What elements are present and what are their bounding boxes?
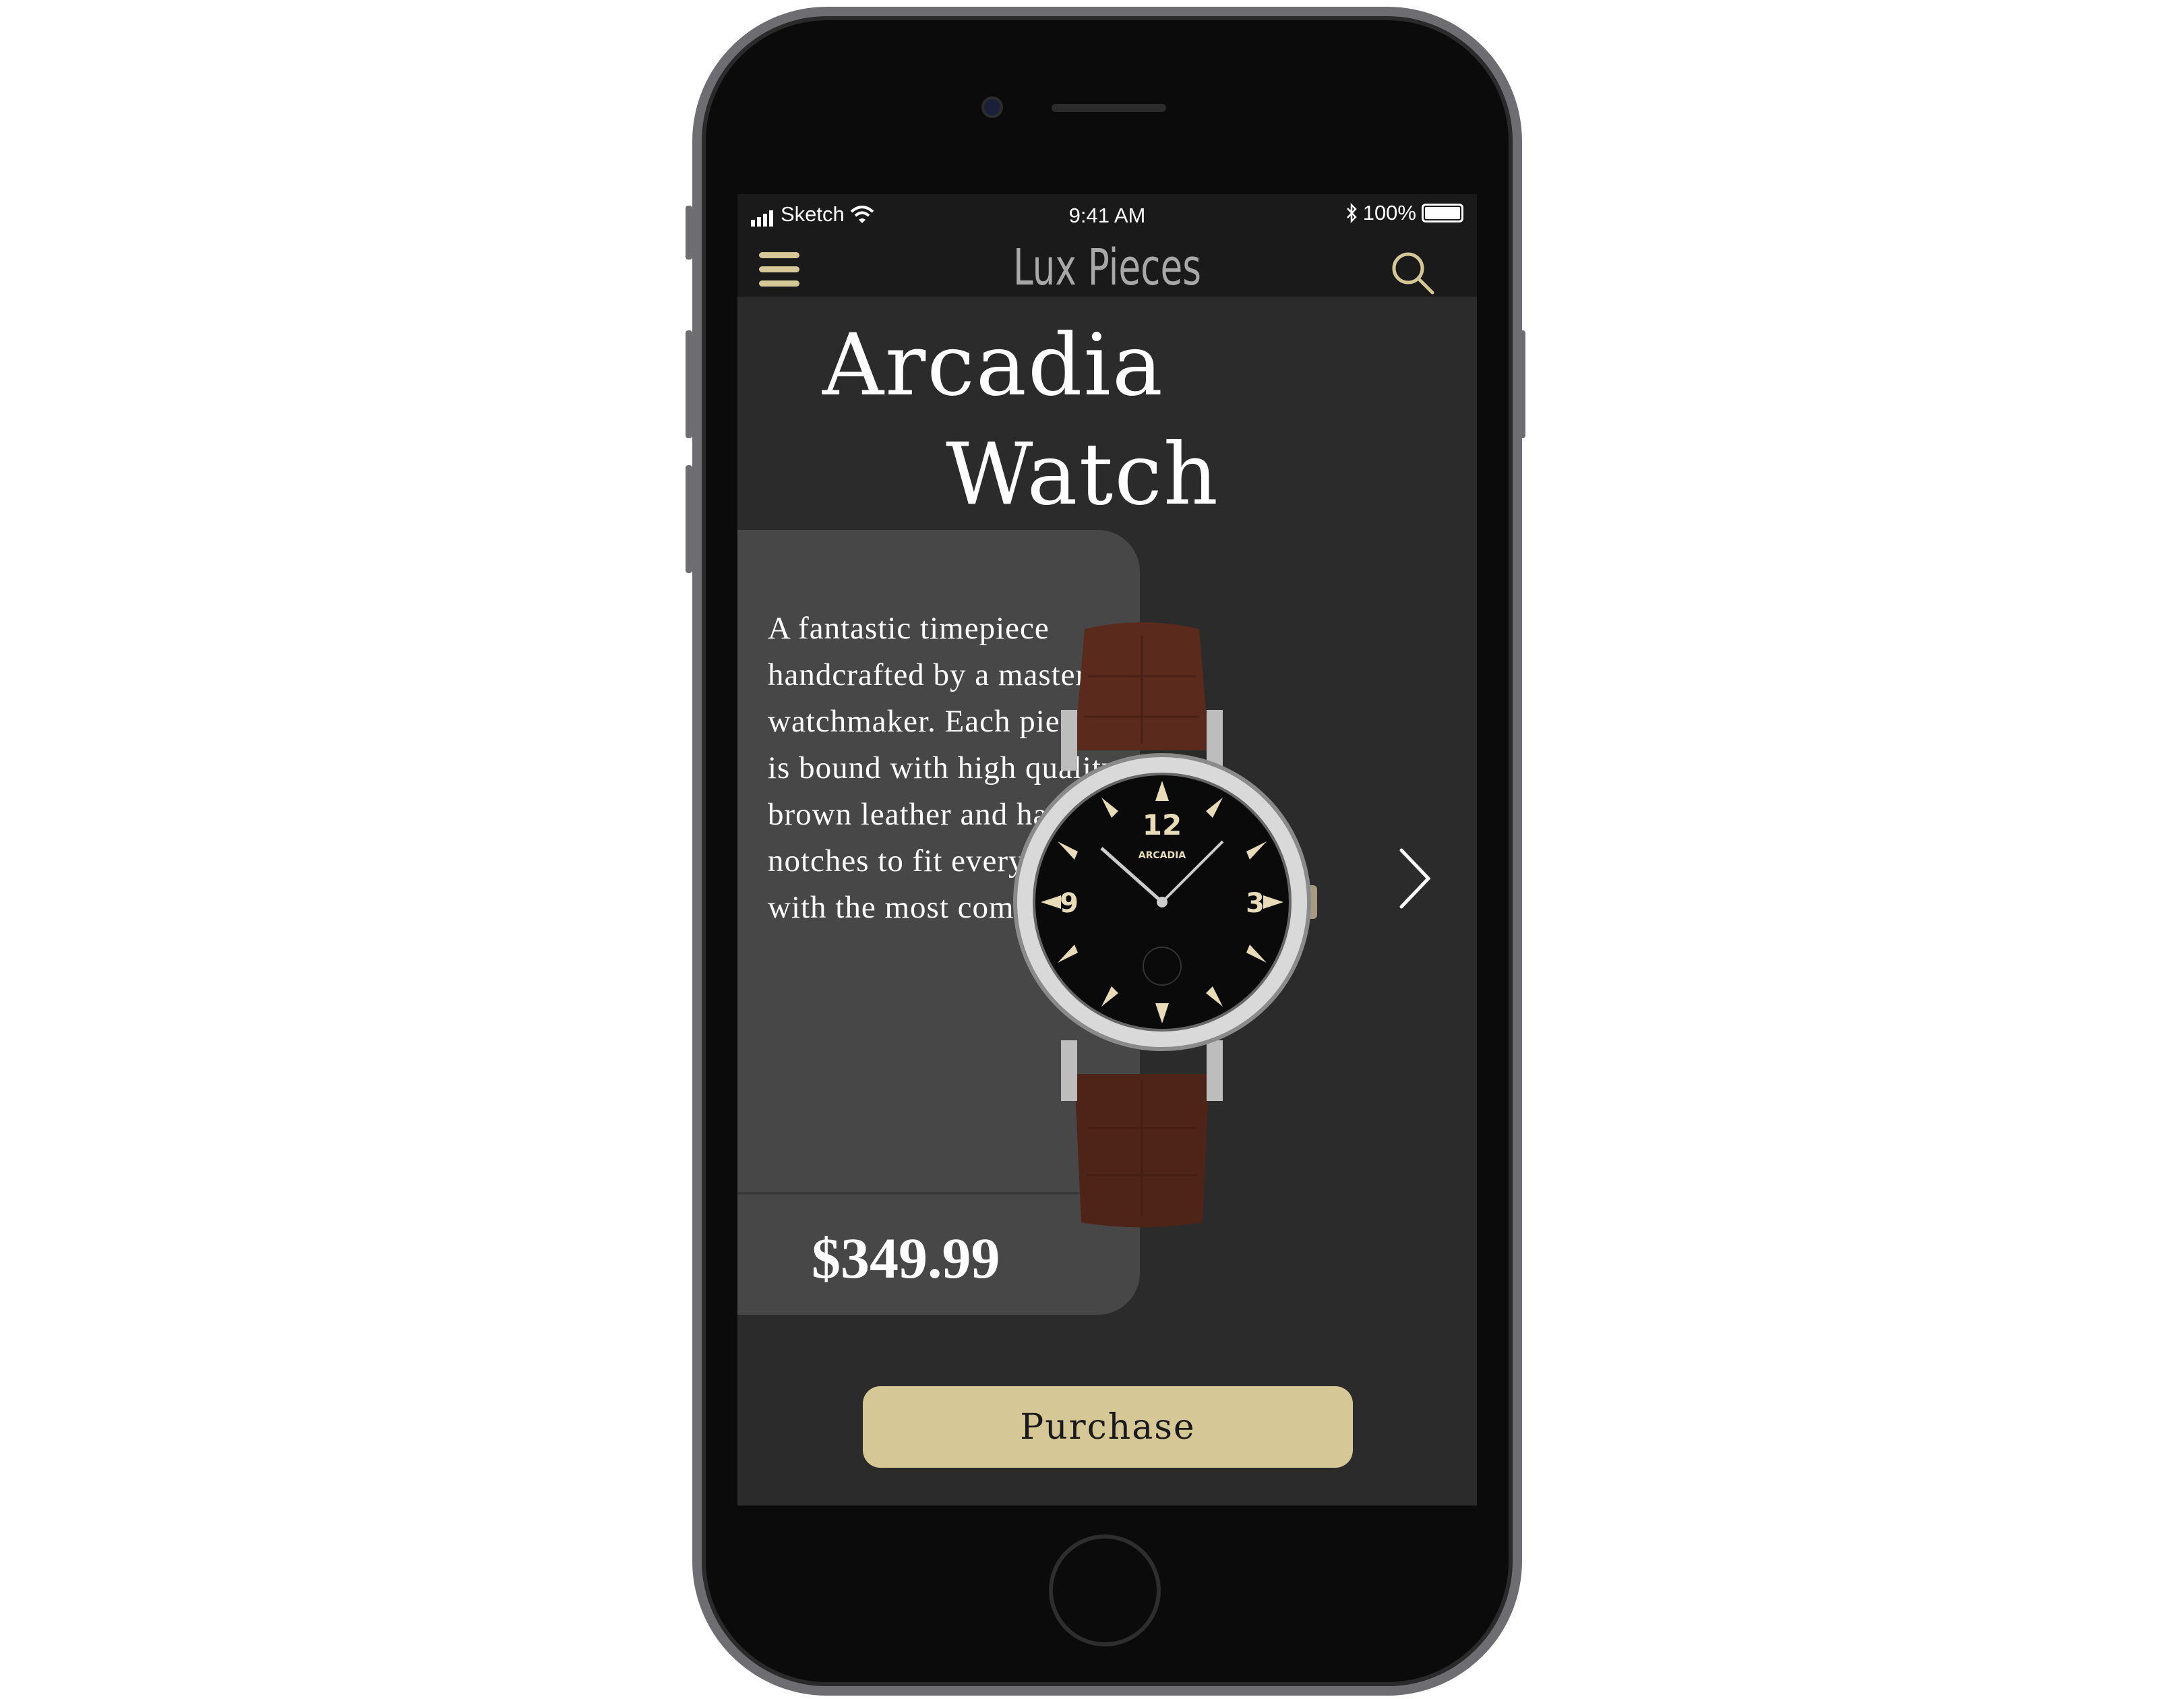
- watch-image: 12 9 3 ARCADIA: [1013, 622, 1317, 1228]
- volume-up-button: [686, 330, 692, 438]
- speaker: [1052, 104, 1166, 112]
- battery-icon: [1422, 204, 1463, 222]
- nav-bar: Lux Pieces: [737, 235, 1477, 297]
- front-camera: [981, 96, 1003, 118]
- status-bar: Sketch 9:41 AM 100%: [737, 194, 1477, 235]
- product-title-line1: Arcadia: [822, 316, 1164, 415]
- product-price: $349.99: [812, 1226, 1000, 1290]
- mute-switch: [686, 206, 692, 260]
- svg-text:3: 3: [1246, 888, 1265, 919]
- volume-down-button: [686, 465, 692, 573]
- battery-percent: 100%: [1362, 201, 1416, 225]
- home-button[interactable]: [1049, 1534, 1161, 1646]
- chevron-right-icon[interactable]: [1395, 845, 1435, 912]
- search-icon[interactable]: [1389, 249, 1436, 297]
- bluetooth-icon: [1346, 203, 1357, 223]
- dial-brand: ARCADIA: [1139, 850, 1186, 861]
- purchase-button[interactable]: Purchase: [863, 1386, 1353, 1468]
- screen: Sketch 9:41 AM 100% Lux Pieces Arcadia W…: [737, 194, 1477, 1506]
- svg-text:9: 9: [1060, 888, 1079, 919]
- power-button: [1519, 330, 1525, 438]
- app-title: Lux Pieces: [1012, 239, 1201, 297]
- hamburger-icon[interactable]: [759, 252, 799, 295]
- svg-text:12: 12: [1143, 808, 1182, 841]
- product-title-line2: Watch: [946, 425, 1220, 524]
